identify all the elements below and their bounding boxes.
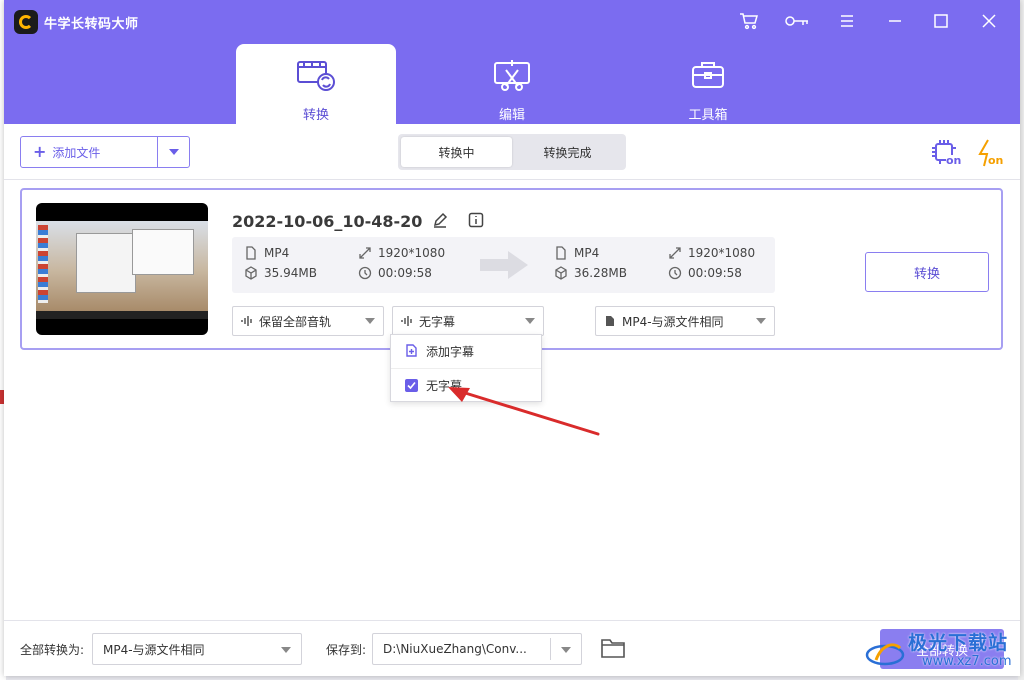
size-cube-icon xyxy=(555,266,567,280)
maximize-icon[interactable] xyxy=(926,8,956,34)
file-icon xyxy=(246,246,256,260)
chevron-down-icon xyxy=(281,647,291,653)
edit-scissors-icon xyxy=(492,58,532,96)
clock-icon xyxy=(668,266,682,280)
app-window: 牛学长转码大师 转换 编辑 工具箱 + 添加文件 转换中 转换完成 on on … xyxy=(4,0,1020,676)
add-file-dropdown-button[interactable] xyxy=(157,137,189,167)
chevron-down-icon xyxy=(168,149,179,155)
file-icon xyxy=(556,246,566,260)
menu-item-no-subtitle[interactable]: 无字幕 xyxy=(391,368,541,401)
folder-icon[interactable] xyxy=(600,637,626,659)
fast-convert-icon[interactable]: on xyxy=(974,138,1004,168)
plus-icon: + xyxy=(33,142,47,161)
save-path-select[interactable]: D:\NiuXueZhang\Conv... xyxy=(372,633,582,665)
chevron-down-icon xyxy=(525,318,535,324)
app-logo-icon xyxy=(14,10,38,34)
clock-icon xyxy=(358,266,372,280)
close-icon[interactable] xyxy=(974,8,1004,34)
fast-on-badge: on xyxy=(988,154,1004,167)
rename-pencil-icon[interactable] xyxy=(432,212,448,228)
output-format-select[interactable]: MP4-与源文件相同 xyxy=(595,306,775,336)
footer-bar: 全部转换为: MP4-与源文件相同 保存到: D:\NiuXueZhang\Co… xyxy=(4,620,1020,676)
subtitle-select[interactable]: 无字幕 xyxy=(392,306,544,336)
tab-toolbox[interactable]: 工具箱 xyxy=(628,44,788,124)
resolution-icon xyxy=(669,247,681,259)
app-header: 牛学长转码大师 转换 编辑 工具箱 xyxy=(4,0,1020,124)
tab-convert[interactable]: 转换 xyxy=(236,44,396,124)
target-size: 36.28MB xyxy=(554,266,627,280)
file-item-card[interactable]: 2022-10-06_10-48-20 MP4 35.94MB 1920*108… xyxy=(20,188,1003,350)
convert-arrow-icon xyxy=(480,251,528,279)
gpu-acceleration-icon[interactable]: on xyxy=(930,138,962,168)
cart-icon[interactable] xyxy=(734,8,764,34)
key-icon[interactable] xyxy=(782,8,812,34)
size-cube-icon xyxy=(245,266,257,280)
chevron-down-icon xyxy=(561,647,571,653)
add-subtitle-icon xyxy=(405,343,418,360)
file-info-icon[interactable] xyxy=(468,212,484,228)
audio-wave-icon xyxy=(401,316,412,326)
status-segmented-control: 转换中 转换完成 xyxy=(398,134,626,170)
source-duration: 00:09:58 xyxy=(358,266,432,280)
chevron-down-icon xyxy=(365,318,375,324)
tab-toolbox-label: 工具箱 xyxy=(688,108,728,123)
audio-track-select[interactable]: 保留全部音轨 xyxy=(232,306,384,336)
target-duration: 00:09:58 xyxy=(668,266,742,280)
video-thumbnail[interactable] xyxy=(36,203,208,335)
tab-edit-label: 编辑 xyxy=(498,108,525,123)
chevron-down-icon xyxy=(756,318,766,324)
menu-item-no-subtitle-label: 无字幕 xyxy=(426,378,463,393)
subtitle-dropdown-menu: 添加字幕 无字幕 xyxy=(390,334,542,402)
minimize-icon[interactable] xyxy=(880,8,910,34)
convert-button[interactable]: 转换 xyxy=(865,252,989,292)
menu-item-add-subtitle-label: 添加字幕 xyxy=(426,345,475,359)
source-resolution: 1920*1080 xyxy=(358,246,445,260)
menu-item-add-subtitle[interactable]: 添加字幕 xyxy=(391,335,541,368)
file-name: 2022-10-06_10-48-20 xyxy=(232,212,423,231)
target-format: MP4 xyxy=(554,246,599,260)
resolution-icon xyxy=(359,247,371,259)
convert-all-button[interactable]: 全部转换 xyxy=(880,629,1004,669)
convert-all-to-label: 全部转换为: xyxy=(20,643,85,657)
checkbox-icon[interactable] xyxy=(405,378,418,392)
segment-converting[interactable]: 转换中 xyxy=(401,137,512,167)
add-file-label: 添加文件 xyxy=(52,145,101,160)
toolbar: + 添加文件 转换中 转换完成 on on xyxy=(4,124,1020,180)
add-file-control: + 添加文件 xyxy=(20,136,190,168)
audio-wave-icon xyxy=(241,316,252,326)
tab-convert-label: 转换 xyxy=(302,108,329,123)
add-file-button[interactable]: + 添加文件 xyxy=(21,137,157,167)
source-format: MP4 xyxy=(244,246,289,260)
segment-converted[interactable]: 转换完成 xyxy=(512,137,623,167)
tab-edit[interactable]: 编辑 xyxy=(432,44,592,124)
target-resolution: 1920*1080 xyxy=(668,246,755,260)
file-icon xyxy=(606,316,614,326)
menu-icon[interactable] xyxy=(832,8,862,34)
app-title: 牛学长转码大师 xyxy=(44,17,139,32)
source-size: 35.94MB xyxy=(244,266,317,280)
convert-all-format-select[interactable]: MP4-与源文件相同 xyxy=(92,633,302,665)
film-convert-icon xyxy=(296,58,336,96)
toolbox-icon xyxy=(688,58,728,96)
media-info-panel: MP4 35.94MB 1920*1080 00:09:58 MP4 36.28… xyxy=(232,237,775,293)
gpu-on-badge: on xyxy=(946,154,962,167)
save-to-label: 保存到: xyxy=(326,643,367,657)
